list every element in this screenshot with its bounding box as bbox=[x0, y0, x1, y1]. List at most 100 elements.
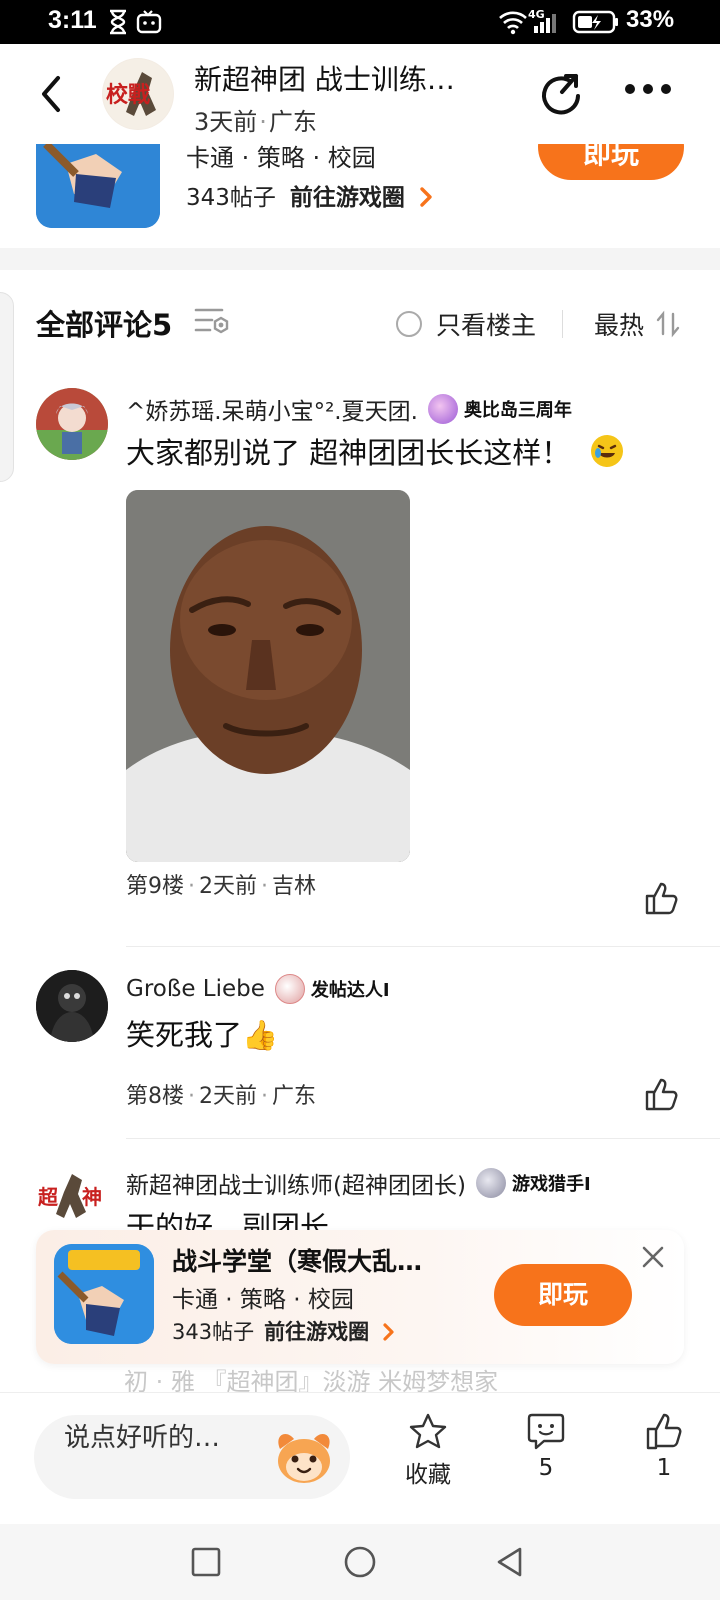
badge-icon bbox=[475, 1168, 506, 1198]
commenter-avatar-art bbox=[36, 970, 108, 1042]
recent-apps-icon[interactable] bbox=[190, 1546, 222, 1578]
game-thumbnail-art bbox=[54, 1244, 154, 1344]
play-button[interactable]: 即玩 bbox=[494, 1264, 632, 1326]
favorite-button[interactable]: 收藏 bbox=[392, 1411, 464, 1489]
comment-text: 笑死我了👍 bbox=[126, 1018, 279, 1052]
wifi-icon bbox=[499, 11, 527, 35]
home-icon[interactable] bbox=[342, 1546, 378, 1582]
mascot-emoji-icon[interactable] bbox=[272, 1427, 336, 1487]
only-op-label: 只看楼主 bbox=[436, 311, 537, 340]
author-avatar-art: 校戰 bbox=[103, 59, 173, 129]
author-avatar[interactable]: 校戰 bbox=[102, 58, 174, 130]
sort-toggle[interactable]: 最热 bbox=[594, 306, 680, 342]
comment-meta: 第8楼 · 2天前 · 广东 bbox=[126, 1084, 317, 1109]
svg-text:校戰: 校戰 bbox=[106, 82, 150, 108]
reply-input[interactable]: 说点好听的… bbox=[34, 1415, 350, 1499]
comment-username[interactable]: 新超神团战士训练师(超神团团长) bbox=[126, 1166, 466, 1200]
comment-floor: 第9楼 bbox=[126, 874, 184, 899]
favorite-label: 收藏 bbox=[405, 1462, 451, 1488]
svg-text:超: 超 bbox=[37, 1185, 59, 1209]
star-icon bbox=[409, 1413, 447, 1449]
comment-divider bbox=[126, 946, 720, 947]
game-circle-link[interactable]: 前往游戏圈 bbox=[264, 1320, 369, 1344]
svg-text:神: 神 bbox=[82, 1185, 102, 1209]
play-button[interactable]: 即玩 bbox=[538, 144, 684, 180]
signal-icon bbox=[534, 14, 556, 33]
commenter-avatar[interactable] bbox=[36, 388, 108, 460]
game-card-top[interactable]: 卡通 · 策略 · 校园 343帖子 前往游戏圈 即玩 bbox=[0, 144, 720, 248]
like-icon[interactable] bbox=[644, 880, 680, 916]
comment-time: 2天前 bbox=[199, 874, 257, 899]
comment-username[interactable]: Große Liebe bbox=[126, 976, 265, 1002]
close-icon[interactable] bbox=[640, 1244, 666, 1270]
laughing-emoji-icon bbox=[591, 435, 624, 467]
comment-username-row: 新超神团战士训练师(超神团团长) 游戏猎手I bbox=[126, 1166, 591, 1200]
game-tags: 卡通 · 策略 · 校园 bbox=[172, 1287, 354, 1313]
share-icon[interactable] bbox=[538, 70, 588, 120]
status-time: 3:11 bbox=[48, 6, 97, 34]
comment-button[interactable]: 5 bbox=[516, 1411, 576, 1481]
comment-bubble-icon bbox=[527, 1413, 565, 1450]
game-thumbnail[interactable] bbox=[54, 1244, 154, 1344]
comment-location: 广东 bbox=[272, 1084, 317, 1109]
comment-count: 5 bbox=[538, 1455, 554, 1481]
thumbs-up-icon bbox=[646, 1413, 682, 1450]
game-circle-link[interactable]: 前往游戏圈 bbox=[290, 185, 405, 211]
post-header: 校戰 新超神团 战士训练… 3天前·广东 bbox=[0, 44, 720, 144]
bottom-action-bar: 说点好听的… 收藏 5 1 bbox=[0, 1392, 720, 1524]
like-button[interactable]: 1 bbox=[636, 1411, 692, 1481]
comment-image[interactable] bbox=[126, 490, 410, 862]
game-title[interactable]: 战斗学堂（寒假大乱… bbox=[172, 1242, 422, 1278]
section-divider bbox=[0, 248, 720, 270]
like-icon[interactable] bbox=[644, 1076, 680, 1112]
comments-title: 全部评论5 bbox=[36, 308, 173, 342]
user-badge: 游戏猎手I bbox=[475, 1168, 591, 1198]
only-op-toggle[interactable]: 只看楼主 bbox=[396, 306, 536, 342]
badge-icon bbox=[427, 394, 458, 424]
sort-arrows-icon bbox=[656, 310, 680, 338]
comment-text: 大家都别说了 超神团团长长这样！ bbox=[126, 430, 625, 472]
more-icon[interactable] bbox=[624, 82, 672, 96]
game-thumbnail-art bbox=[36, 144, 160, 228]
user-badge: 奥比岛三周年 bbox=[427, 394, 572, 424]
back-arrow-icon[interactable] bbox=[32, 74, 72, 114]
comment-username[interactable]: ^娇苏瑶.呆萌小宝°².夏天团. bbox=[126, 392, 418, 426]
floating-game-card[interactable]: 战斗学堂（寒假大乱… 卡通 · 策略 · 校园 343帖子 前往游戏圈 即玩 bbox=[36, 1230, 684, 1364]
comment-username-row: ^娇苏瑶.呆萌小宝°².夏天团. 奥比岛三周年 bbox=[126, 392, 572, 426]
battery-percent: 33% bbox=[626, 6, 675, 33]
comment-image-art bbox=[126, 490, 410, 862]
like-count: 1 bbox=[656, 1455, 672, 1481]
post-meta: 3天前·广东 bbox=[194, 108, 317, 136]
only-op-radio[interactable] bbox=[396, 311, 422, 337]
side-drawer-handle[interactable] bbox=[0, 292, 14, 482]
commenter-avatar[interactable] bbox=[36, 970, 108, 1042]
comment-location: 吉林 bbox=[272, 874, 317, 899]
comment-floor: 第8楼 bbox=[126, 1084, 184, 1109]
chevron-right-icon bbox=[383, 1323, 394, 1341]
user-badge: 发帖达人I bbox=[274, 974, 390, 1004]
badge-label: 发帖达人I bbox=[310, 980, 390, 1001]
badge-label: 游戏猎手I bbox=[511, 1174, 591, 1195]
sort-label: 最热 bbox=[594, 311, 645, 340]
hourglass-icon bbox=[110, 9, 126, 35]
game-posts: 343帖子 前往游戏圈 bbox=[186, 178, 434, 212]
status-bar: 3:11 4G 33% bbox=[0, 0, 720, 44]
comment-meta: 第9楼 · 2天前 · 吉林 bbox=[126, 874, 317, 899]
badge-label: 奥比岛三周年 bbox=[463, 400, 572, 421]
comment-divider bbox=[126, 1138, 720, 1139]
game-tags: 卡通 · 策略 · 校园 bbox=[186, 144, 376, 172]
tv-icon bbox=[136, 10, 162, 34]
game-post-count: 343帖子 bbox=[186, 185, 276, 211]
chevron-right-icon bbox=[420, 187, 432, 207]
game-posts: 343帖子 前往游戏圈 bbox=[172, 1316, 396, 1346]
post-title: 新超神团 战士训练… bbox=[194, 63, 455, 96]
game-thumbnail[interactable] bbox=[36, 144, 160, 228]
back-triangle-icon[interactable] bbox=[494, 1546, 526, 1578]
commenter-avatar-art bbox=[36, 388, 108, 460]
comment-time: 2天前 bbox=[199, 1084, 257, 1109]
commenter-avatar[interactable]: 超 神 bbox=[36, 1164, 108, 1236]
header-separator bbox=[562, 310, 563, 338]
battery-icon bbox=[572, 10, 618, 34]
filter-settings-icon[interactable] bbox=[194, 304, 230, 338]
system-nav-bar bbox=[0, 1524, 720, 1600]
